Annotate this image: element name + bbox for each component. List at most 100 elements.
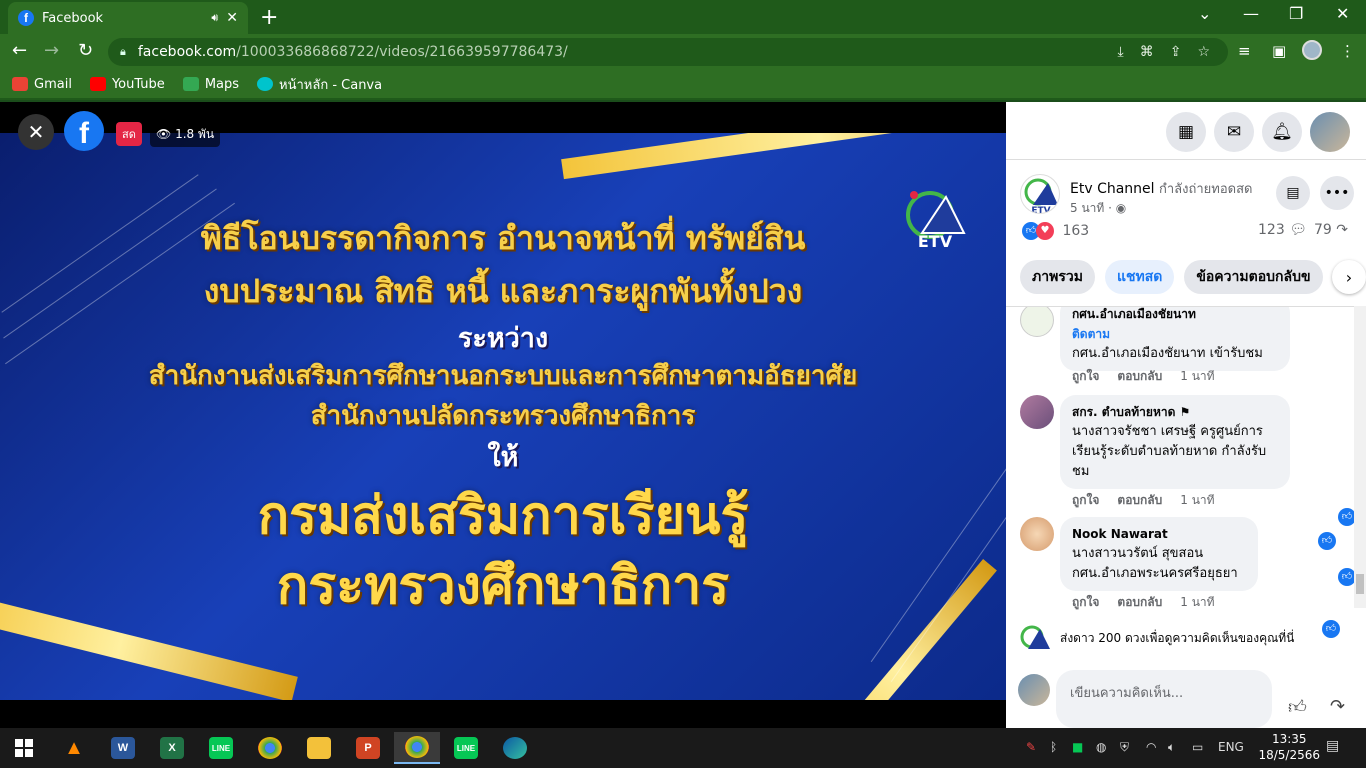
bookmark-youtube[interactable]: YouTube [89,77,165,92]
bookmark-gmail[interactable]: Gmail [12,77,72,92]
volume-icon[interactable]: 🔈︎ [1168,740,1175,755]
menu-icon[interactable]: ⋮ [1340,42,1355,60]
facebook-favicon-icon: f [18,10,34,26]
flag-icon: ⚑ [1179,405,1191,419]
menu-grid-icon[interactable]: ▦ [1166,112,1206,152]
chrome-app[interactable] [250,732,290,764]
forward-icon[interactable]: → [44,40,59,61]
chrome-active-app[interactable] [394,732,440,764]
vlc-app[interactable]: ▲ [54,732,94,764]
close-video-button[interactable]: ✕ [18,114,54,150]
line-app[interactable]: LINE [201,732,241,764]
close-window-icon[interactable]: ✕ [1336,4,1349,23]
new-tab-button[interactable]: + [260,5,278,30]
install-icon[interactable]: ⤓ [1118,44,1124,60]
tab-search-icon[interactable]: ⌄ [1198,4,1211,23]
save-post-icon[interactable]: ▤ [1276,176,1310,210]
reaction-count[interactable]: 163 [1062,223,1089,239]
wifi-icon[interactable]: ◠ [1146,740,1156,754]
media-control-icon[interactable]: ≡ [1238,42,1251,60]
line-app-2[interactable]: LINE [446,732,486,764]
lock-icon[interactable]: 🔒︎ [120,45,126,59]
stars-prompt-text[interactable]: ส่งดาว 200 ดวงเพื่อดูความคิดเห็นของคุณที… [1060,629,1294,648]
comment-author[interactable]: กศน.อำเภอเมืองชัยนาท [1072,307,1278,324]
clock[interactable]: 13:35 18/5/2566 [1258,731,1320,763]
post-author[interactable]: Etv Channel กำลังถ่ายทอดสด [1070,178,1252,199]
comment-time[interactable]: 1 นาที [1180,491,1214,510]
notification-center-icon[interactable]: ▤ [1326,738,1339,754]
file-explorer-app[interactable] [299,732,339,764]
minimize-icon[interactable]: — [1243,4,1259,23]
avatar[interactable] [1020,307,1054,337]
tabs-next-chevron-icon[interactable]: › [1332,260,1366,294]
scrollbar-thumb[interactable] [1356,574,1364,594]
address-bar[interactable]: 🔒︎ facebook.com/100033686868722/videos/2… [108,38,1228,66]
comment-count[interactable]: 123 💬︎ [1258,222,1307,238]
list-item: Nook Nawarat นางสาวนวรัตน์ สุขสอน กศน.อำ… [1020,517,1340,617]
love-reaction-icon[interactable]: ♥ [1036,222,1054,240]
reply-link[interactable]: ตอบกลับ [1117,367,1162,386]
language-indicator[interactable]: ENG [1218,740,1244,754]
toolbar: ← → ↻ 🔒︎ facebook.com/100033686868722/vi… [0,34,1366,70]
start-button[interactable] [4,732,44,764]
back-icon[interactable]: ← [12,40,27,61]
share-icon[interactable]: ↷ [1330,696,1345,717]
word-app[interactable]: W [103,732,143,764]
like-link[interactable]: ถูกใจ [1072,593,1099,612]
follow-link[interactable]: ติดตาม [1072,324,1278,344]
comment-time[interactable]: 1 นาที [1180,367,1214,386]
edge-app[interactable] [495,732,535,764]
taskbar: ▲ W X LINE P LINE ✎ ᛒ ■ ◍ ⛨ ◠ 🔈︎ ▭ ENG 1… [0,728,1366,768]
more-options-icon[interactable]: ••• [1320,176,1354,210]
avatar[interactable] [1020,395,1054,429]
comment-input[interactable]: เขียนความคิดเห็น... [1056,670,1272,728]
bookmark-canva[interactable]: หน้าหลัก - Canva [257,74,382,95]
excel-app[interactable]: X [152,732,192,764]
speaker-icon[interactable]: 🔊︎ [211,11,218,25]
comment-author[interactable]: สกร. ตำบลท้ายหาด ⚑ [1072,402,1278,422]
clock-time: 13:35 [1271,732,1307,746]
powerpoint-app[interactable]: P [348,732,388,764]
bookmark-maps[interactable]: Maps [182,77,239,92]
reply-link[interactable]: ตอบกลับ [1117,491,1162,510]
thumbs-up-icon[interactable]: 👍︎ [1288,696,1307,718]
notifications-bell-icon[interactable]: 🔔︎ [1262,112,1302,152]
profile-avatar[interactable] [1302,40,1322,60]
tab-overview[interactable]: ภาพรวม [1020,260,1095,294]
comment-composer: เขียนความคิดเห็น... 👍︎ ↷ [1018,670,1366,728]
composer-avatar[interactable] [1018,674,1050,706]
bookmark-star-icon[interactable]: ☆ [1197,44,1210,60]
post-time[interactable]: 5 นาที · ◉ [1070,199,1126,218]
close-tab-icon[interactable]: ✕ [226,10,238,26]
shield-icon[interactable]: ⛨ [1120,740,1129,755]
comment-actions: ถูกใจ ตอบกลับ 1 นาที [1072,491,1215,510]
tab-replies[interactable]: ข้อความตอบกลับข [1184,260,1323,294]
tab-facebook[interactable]: f Facebook 🔊︎ ✕ [8,2,248,34]
side-panel-icon[interactable]: ▣ [1272,42,1286,60]
line-tray-icon[interactable]: ■ [1072,740,1083,754]
like-link[interactable]: ถูกใจ [1072,491,1099,510]
facebook-logo-icon[interactable]: f [64,111,104,151]
avatar[interactable] [1020,517,1054,551]
etv-channel-avatar[interactable]: ETV [1020,174,1060,214]
reply-link[interactable]: ตอบกลับ [1117,593,1162,612]
account-avatar[interactable] [1310,112,1350,152]
tray-app-icon[interactable]: ✎ [1026,740,1036,754]
comments-scrollbar[interactable] [1354,306,1366,608]
restore-icon[interactable]: ❐ [1289,4,1303,23]
share-icon[interactable]: ⇪ [1170,44,1182,60]
comment-author[interactable]: Nook Nawarat [1072,524,1246,544]
tray-globe-icon[interactable]: ◍ [1096,740,1106,754]
messenger-icon[interactable]: ✉︎ [1214,112,1254,152]
like-link[interactable]: ถูกใจ [1072,367,1099,386]
vlc-cone-icon: ▲ [64,736,84,759]
video-player[interactable]: ETV พิธีโอนบรรดากิจการ อำนาจหน้าที่ ทรัพ… [0,102,1006,728]
comment-time[interactable]: 1 นาที [1180,593,1214,612]
tab-live-chat[interactable]: แชทสด [1104,260,1175,294]
bluetooth-icon[interactable]: ᛒ [1050,740,1057,754]
reload-icon[interactable]: ↻ [78,40,93,61]
share-count[interactable]: 79 ↷ [1314,222,1348,238]
stars-prompt[interactable]: ส่งดาว 200 ดวงเพื่อดูความคิดเห็นของคุณที… [1018,623,1348,653]
battery-icon[interactable]: ▭ [1192,740,1203,754]
translate-icon[interactable]: ⌘ [1140,44,1154,60]
